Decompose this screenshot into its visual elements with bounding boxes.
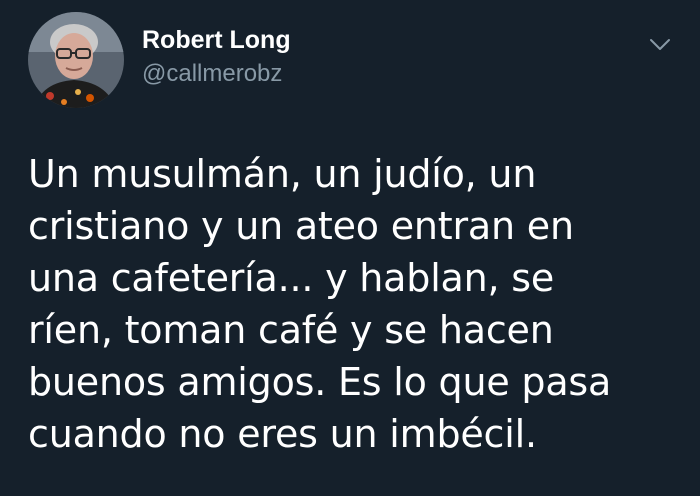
author-name[interactable]: Robert Long — [142, 26, 291, 55]
tweet-text-line: ríen, toman café y se hacen — [28, 308, 554, 352]
tweet-text-line: Un musulmán, un judío, un — [28, 152, 537, 196]
tweet-card: Robert Long @callmerobz Un musulmán, un … — [0, 0, 700, 496]
tweet-text-line: cristiano y un ateo entran en — [28, 204, 574, 248]
tweet-text-line: una cafetería... y hablan, se — [28, 256, 555, 300]
author-handle[interactable]: @callmerobz — [142, 60, 282, 88]
tweet-menu-button[interactable] — [648, 34, 672, 54]
tweet-text-line: cuando no eres un imbécil. — [28, 412, 537, 456]
user-avatar-icon — [28, 12, 124, 108]
tweet-text: Un musulmán, un judío, un cristiano y un… — [28, 148, 688, 460]
chevron-down-icon — [650, 39, 670, 50]
author-avatar[interactable] — [28, 12, 124, 108]
tweet-text-line: buenos amigos. Es lo que pasa — [28, 360, 612, 404]
